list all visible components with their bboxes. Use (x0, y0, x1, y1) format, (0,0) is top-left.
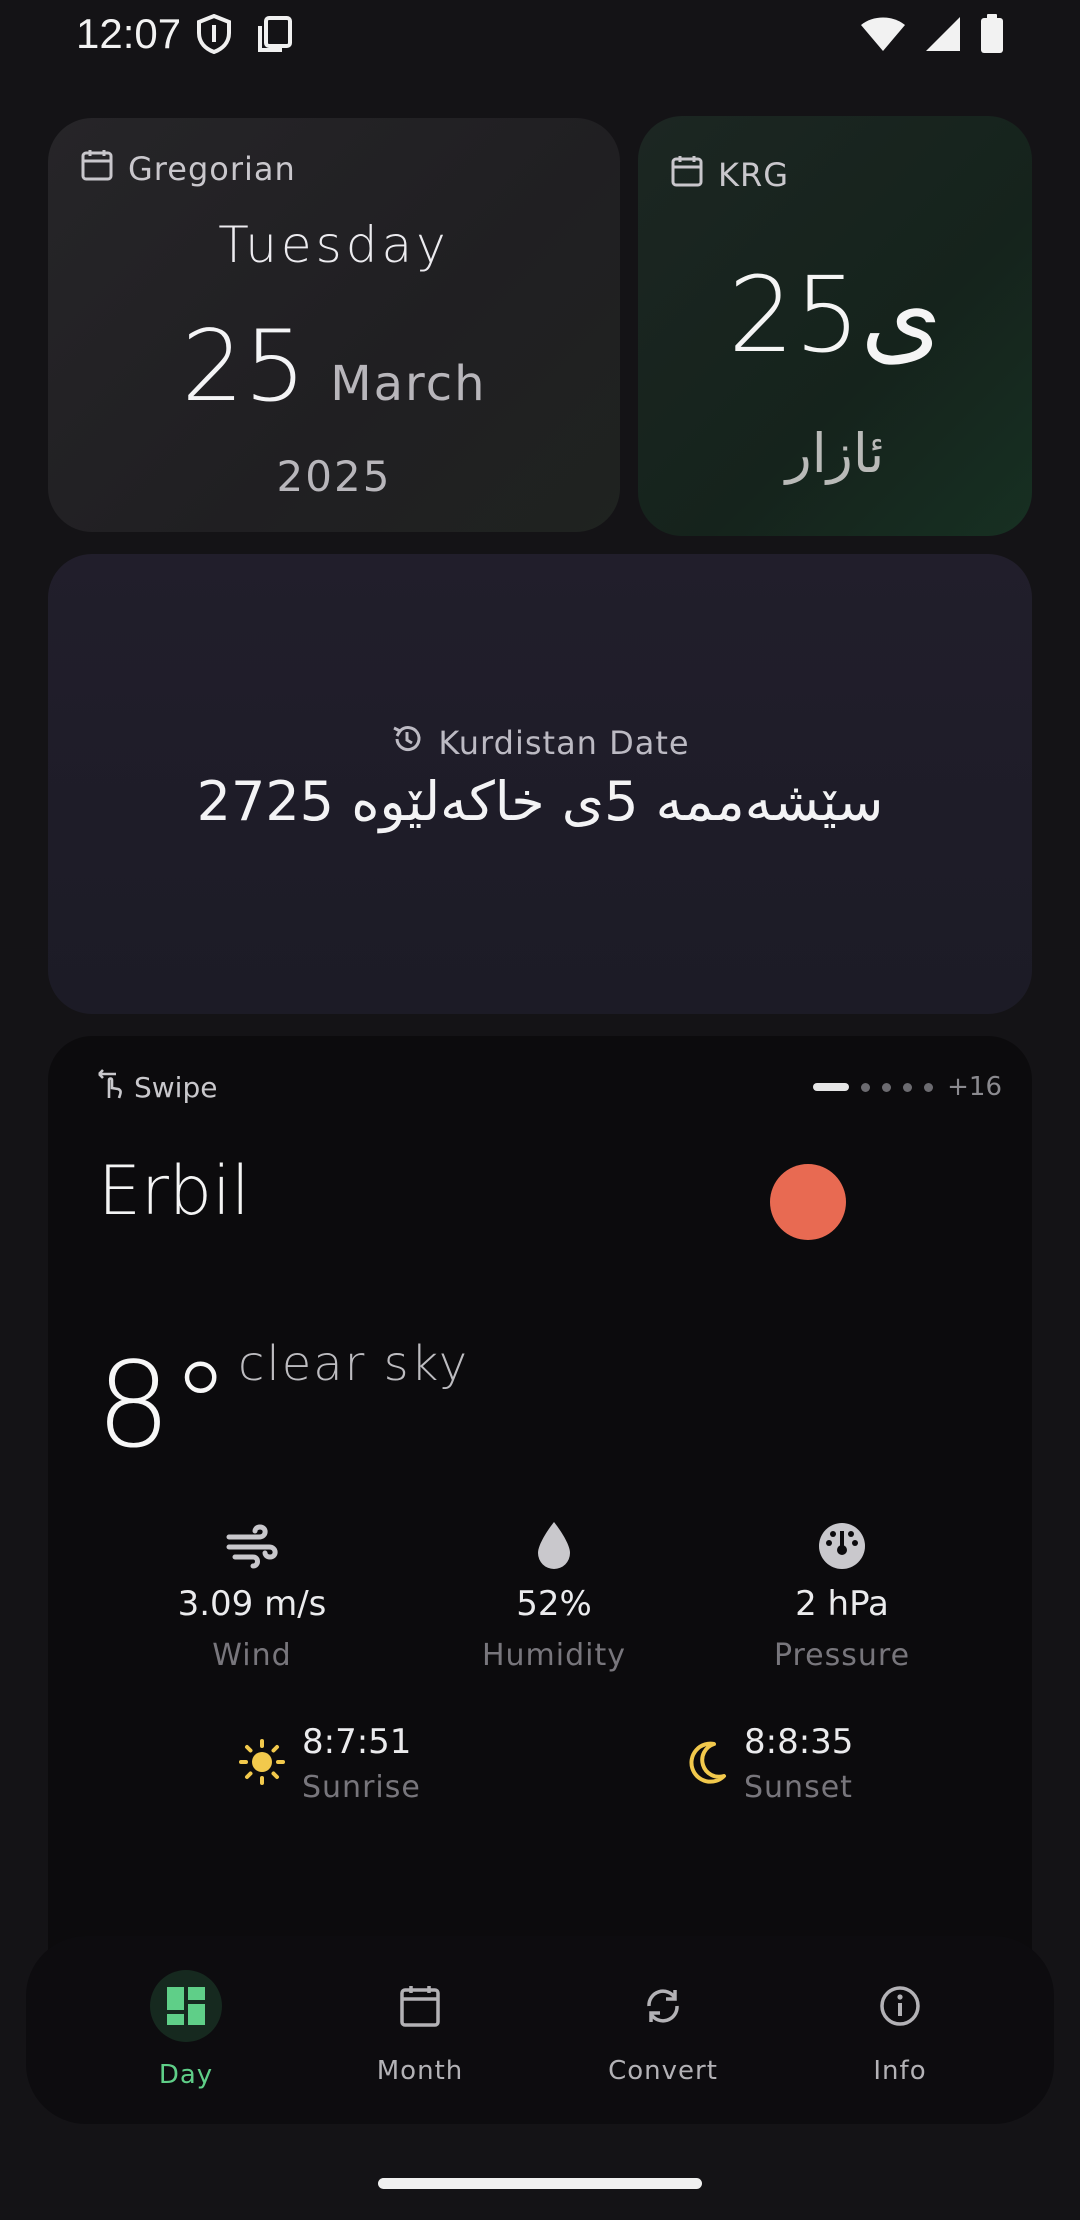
sync-icon (627, 1970, 699, 2042)
humidity-value: 52% (516, 1584, 592, 1624)
dashboard-icon (150, 1970, 222, 2042)
sunset-time: 8:8:35 (744, 1722, 854, 1762)
status-bar: 12:07 (0, 0, 1080, 70)
nav-month[interactable]: Month (340, 1970, 500, 2086)
sunrise-icon (238, 1738, 286, 1790)
pressure-metric: 2 hPa Pressure (712, 1518, 972, 1673)
wifi-icon (860, 15, 906, 57)
year: 2025 (276, 452, 392, 501)
humidity-metric: 52% Humidity (424, 1518, 684, 1673)
nav-day[interactable]: Day (106, 1970, 266, 2090)
sunset-label: Sunset (744, 1770, 853, 1805)
pressure-value: 2 hPa (795, 1584, 889, 1624)
nav-convert[interactable]: Convert (583, 1970, 743, 2086)
wind-label: Wind (212, 1638, 292, 1673)
wind-icon (122, 1518, 382, 1574)
kurdistan-date-card[interactable]: Kurdistan Date سێشەممە 5ی خاکەلێوە 2725 (48, 554, 1032, 1014)
swipe-hint: Swipe (96, 1068, 217, 1107)
pager-more-count: +16 (947, 1072, 1002, 1102)
krg-label: KRG (670, 154, 789, 196)
sunrise-row: 8:7:51 Sunrise (238, 1722, 421, 1805)
pager-dot (861, 1082, 871, 1092)
nav-day-label: Day (158, 2060, 214, 2090)
signal-icon (924, 15, 962, 57)
status-time: 12:07 (76, 10, 182, 57)
swipe-icon (96, 1068, 126, 1107)
humidity-label: Humidity (481, 1638, 627, 1673)
month-name: March (330, 356, 487, 412)
weather-condition: clear sky (238, 1336, 470, 1392)
gauge-icon (712, 1518, 972, 1574)
weather-card[interactable]: Swipe +16 Erbil 8° clear sky 3.09 m/s Wi… (48, 1036, 1032, 2046)
bottom-navigation: Day Month Convert Info (26, 1936, 1054, 2124)
krg-month: ئازار (785, 422, 885, 485)
shield-icon (196, 13, 232, 58)
sunrise-label: Sunrise (302, 1770, 421, 1805)
gregorian-date: 25 March (48, 310, 620, 424)
kurdistan-label: Kurdistan Date (48, 722, 1032, 764)
gregorian-label: Gregorian (80, 148, 296, 190)
temperature: 8° (96, 1336, 231, 1474)
wind-value: 3.09 m/s (177, 1584, 327, 1624)
clear-sky-icon (770, 1164, 846, 1240)
history-icon (390, 722, 424, 764)
page-indicator[interactable]: +16 (813, 1072, 1002, 1102)
pager-dot-active (813, 1083, 850, 1091)
krg-card[interactable]: KRG 25ی ئازار (638, 116, 1032, 536)
krg-day: 25ی (728, 254, 942, 376)
screenshot-icon (256, 14, 294, 58)
city-name: Erbil (98, 1152, 250, 1231)
pager-dot (924, 1082, 934, 1092)
sunset-row: 8:8:35 Sunset (688, 1722, 853, 1805)
home-indicator[interactable] (378, 2178, 702, 2189)
calendar-icon (384, 1970, 456, 2042)
nav-info[interactable]: Info (820, 1970, 980, 2086)
pager-dot (903, 1082, 913, 1092)
water-drop-icon (424, 1518, 684, 1574)
calendar-icon (80, 148, 114, 190)
battery-icon (980, 14, 1004, 58)
wind-metric: 3.09 m/s Wind (122, 1518, 382, 1673)
nav-convert-label: Convert (608, 2056, 718, 2086)
nav-info-label: Info (873, 2056, 927, 2086)
kurdistan-date: سێشەممە 5ی خاکەلێوە 2725 (196, 770, 884, 833)
pager-dot (882, 1082, 892, 1092)
day-number: 25 (181, 310, 307, 424)
pressure-label: Pressure (773, 1638, 911, 1673)
moon-icon (688, 1740, 728, 1788)
nav-month-label: Month (376, 2056, 464, 2086)
weekday: Tuesday (218, 216, 450, 274)
gregorian-card[interactable]: Gregorian Tuesday 25 March 2025 (48, 118, 620, 532)
info-icon (864, 1970, 936, 2042)
sunrise-time: 8:7:51 (302, 1722, 412, 1762)
calendar-icon (670, 154, 704, 196)
